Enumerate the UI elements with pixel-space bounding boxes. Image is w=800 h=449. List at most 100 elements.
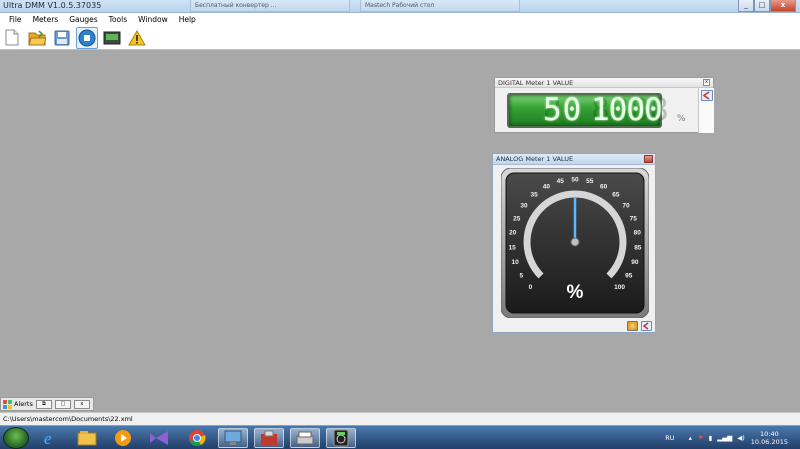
taskbar: e RU ▴ ⚑ ▮ ▂▄▆ ◀) 10:40 10.06.2015 <box>0 425 800 449</box>
analog-gauge: 0510 15 20 25 3035 40 45 50 55 60 657075 80 85 90 9510… <box>501 168 649 318</box>
taskbar-chrome[interactable] <box>182 428 212 448</box>
gauge-tick-label: 10 <box>511 259 519 266</box>
gauge-tick-label: 30 <box>520 202 528 209</box>
menu-gauges[interactable]: Gauges <box>69 15 97 24</box>
volume-icon[interactable]: ◀) <box>737 434 745 442</box>
gauge-tick-label: 55 <box>586 178 594 185</box>
toolbar <box>0 26 800 50</box>
gauge-tick-label: 25 <box>513 215 521 222</box>
menu-file[interactable]: File <box>9 15 22 24</box>
taskbar-remote-desktop[interactable] <box>218 428 248 448</box>
new-file-button[interactable] <box>1 27 23 49</box>
visual-studio-icon <box>150 431 168 445</box>
window-title: Ultra DMM V1.0.5.37035 <box>3 1 102 10</box>
analog-meter-panel: ANALOG Meter 1 VALUE 0 5 10 15 20 25 30 35 40 45 5… <box>492 153 656 333</box>
alerts-restore-button[interactable]: ⧉ <box>35 399 52 409</box>
taskbar-file-explorer[interactable] <box>72 428 102 448</box>
chrome-icon <box>189 430 206 447</box>
open-button[interactable] <box>26 27 48 49</box>
background-windows: Бесплатный конвертер ... Mastech Рабочий… <box>190 0 530 13</box>
remote-desktop-icon <box>224 430 242 445</box>
gauge-tick-label: 95 <box>625 272 633 279</box>
gauge-tick-label: 20 <box>509 230 517 237</box>
flag-icon[interactable]: ⚑ <box>698 434 704 442</box>
clock[interactable]: 10:40 10.06.2015 <box>751 430 788 446</box>
maximize-button[interactable]: □ <box>754 0 770 12</box>
menu-meters[interactable]: Meters <box>33 15 59 24</box>
analog-settings-button[interactable] <box>641 321 652 331</box>
gauge-tick-label: 0 <box>529 284 533 291</box>
digital-meter-sidebar <box>698 88 714 133</box>
open-folder-icon <box>28 29 46 45</box>
media-player-icon <box>115 430 131 446</box>
analog-color-button[interactable] <box>627 321 638 331</box>
taskbar-scanner[interactable] <box>290 428 320 448</box>
menu-help[interactable]: Help <box>179 15 196 24</box>
digital-settings-button[interactable] <box>701 90 713 101</box>
tray-expand-icon[interactable]: ▴ <box>689 434 692 442</box>
analog-meter-title: ANALOG Meter 1 VALUE <box>496 155 574 163</box>
analog-meter-header: ANALOG Meter 1 VALUE <box>493 154 655 165</box>
taskbar-ultra-dmm[interactable] <box>326 428 356 448</box>
background-tab[interactable]: Mastech Рабочий стол <box>360 0 520 12</box>
gauge-tick-label: 60 <box>600 183 608 190</box>
digital-meter-panel: DIGITAL Meter 1 VALUE x 88 50 8888 1000 … <box>494 77 714 133</box>
stop-button[interactable] <box>76 26 98 49</box>
gauge-tick-label: 40 <box>543 183 551 190</box>
tool-icon <box>261 430 277 445</box>
clock-time: 10:40 <box>760 430 779 438</box>
file-explorer-icon <box>77 431 97 446</box>
language-indicator[interactable]: RU <box>665 434 674 442</box>
save-icon <box>54 30 70 45</box>
analog-meter-footer <box>493 319 655 333</box>
gauge-tick-label: 15 <box>509 244 517 251</box>
system-tray: RU ▴ ⚑ ▮ ▂▄▆ ◀) 10:40 10.06.2015 <box>665 426 800 449</box>
digital-value-right: 1000 <box>591 92 663 128</box>
close-button[interactable]: x <box>770 0 796 12</box>
new-file-icon <box>5 29 19 46</box>
analog-meter-close-button[interactable] <box>644 155 653 163</box>
save-button[interactable] <box>51 27 73 49</box>
battery-icon[interactable]: ▮ <box>709 434 713 442</box>
alerts-close-button[interactable]: x <box>73 399 90 409</box>
digital-value-left: 50 <box>543 92 583 128</box>
ultra-dmm-icon <box>333 429 349 447</box>
warning-button[interactable] <box>126 27 148 49</box>
digital-meter-header: DIGITAL Meter 1 VALUE x <box>495 78 713 88</box>
start-button[interactable] <box>3 427 29 449</box>
gauge-tick-label: 70 <box>622 202 630 209</box>
gauge-tick-label: 45 <box>557 178 565 185</box>
alerts-label: Alerts <box>14 400 33 408</box>
menu-window[interactable]: Window <box>138 15 168 24</box>
minimize-button[interactable]: _ <box>738 0 754 12</box>
taskbar-visual-studio[interactable] <box>144 428 174 448</box>
status-bar: C:\Users\mastercom\Documents\22.xml <box>0 412 800 425</box>
background-tab[interactable]: Бесплатный конвертер ... <box>190 0 350 12</box>
gauge-tick-label: 100 <box>614 284 625 291</box>
lcd-display: 88 50 8888 1000 <box>507 92 669 128</box>
gauge-tick-label: 50 <box>571 177 579 184</box>
alerts-maximize-button[interactable]: □ <box>54 399 71 409</box>
gauge-tick-label: 75 <box>630 215 638 222</box>
gauge-hub <box>570 237 580 247</box>
digital-unit: % <box>677 114 686 124</box>
network-icon[interactable]: ▂▄▆ <box>717 434 732 442</box>
taskbar-media-player[interactable] <box>108 428 138 448</box>
digital-meter-close-button[interactable]: x <box>703 79 710 86</box>
alert-window-icon <box>3 399 12 409</box>
gauge-tick-label: 85 <box>634 244 642 251</box>
menu-tools[interactable]: Tools <box>109 15 127 24</box>
internet-explorer-icon: e <box>44 429 52 447</box>
digital-meter-title: DIGITAL Meter 1 VALUE <box>498 79 574 87</box>
menu-bar: File Meters Gauges Tools Window Help <box>0 13 800 26</box>
stop-icon <box>78 29 96 46</box>
taskbar-internet-explorer[interactable]: e <box>36 428 66 448</box>
window-controls: _ □ x <box>738 0 796 12</box>
clock-date: 10.06.2015 <box>750 438 788 446</box>
alerts-panel[interactable]: Alerts ⧉ □ x <box>0 397 94 411</box>
taskbar-tool[interactable] <box>254 428 284 448</box>
arrow-icon <box>702 91 710 100</box>
scanner-icon <box>296 431 314 445</box>
meter-display-button[interactable] <box>101 27 123 49</box>
gauge-tick-label: 80 <box>634 230 642 237</box>
